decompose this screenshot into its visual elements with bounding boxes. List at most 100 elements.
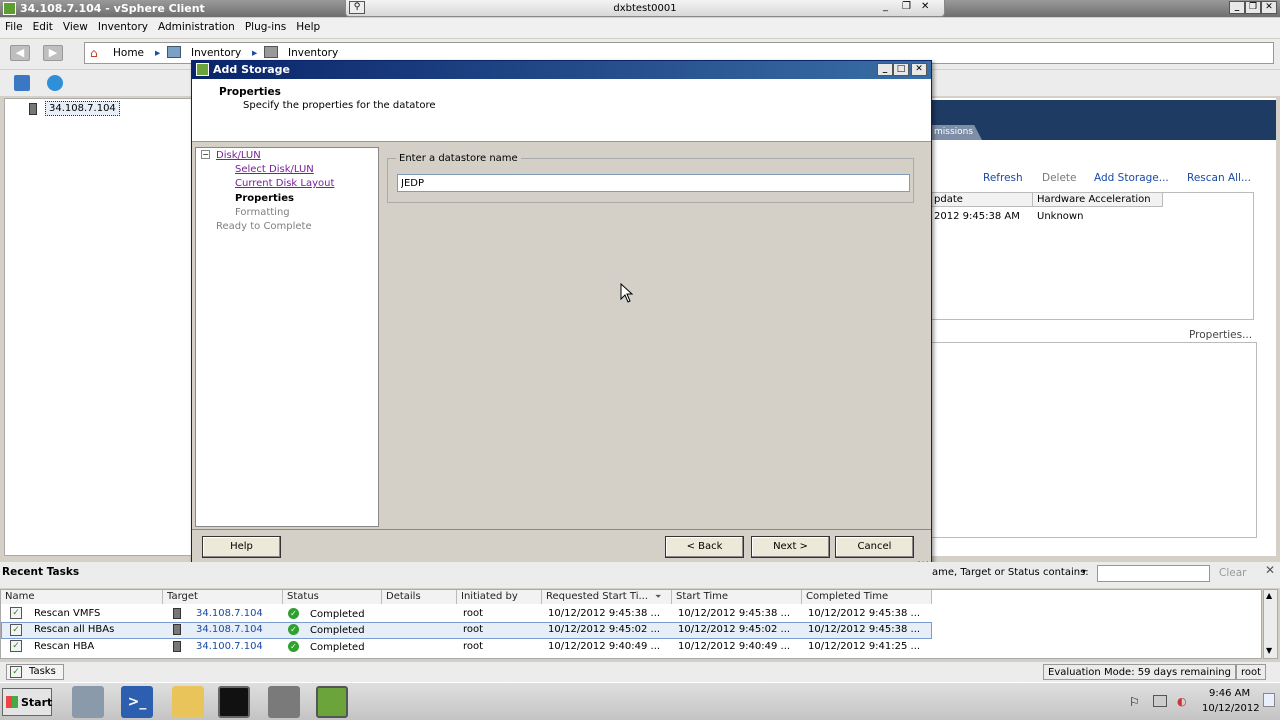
column-header-hw-acceleration[interactable]: Hardware Acceleration [1033, 193, 1163, 207]
task-complete-icon: ✓ [10, 640, 22, 652]
home-icon[interactable]: ⌂ [90, 46, 98, 60]
column-header-name[interactable]: Name [1, 590, 163, 604]
status-ok-icon: ✓ [288, 608, 299, 619]
task-requested-start: 10/12/2012 9:40:49 ... [548, 641, 661, 652]
step-select-disk[interactable]: Select Disk/LUN [235, 164, 314, 175]
task-target[interactable]: 34.108.7.104 [196, 608, 263, 619]
close-button[interactable]: ✕ [1261, 1, 1277, 14]
table-row[interactable]: ✓ Rescan all HBAs 34.108.7.104 ✓ Complet… [1, 622, 932, 639]
table-cell-updated: 2012 9:45:38 AM [934, 211, 1020, 222]
column-header-requested-start[interactable]: Requested Start Ti... [542, 590, 672, 604]
action-center-flag-icon[interactable]: ⚐ [1129, 695, 1140, 709]
inventory-tree: 34.108.7.104 [4, 98, 194, 556]
vsphere-client-icon[interactable] [316, 686, 348, 718]
column-header-update[interactable]: pdate [931, 193, 1033, 207]
task-complete-icon: ✓ [10, 607, 22, 619]
breadcrumb-home[interactable]: Home [113, 47, 144, 59]
filter-dropdown-icon[interactable]: ▾ [1082, 567, 1086, 576]
rdp-connection-bar: ⚲ dxbtest0001 _ ❐ ✕ [345, 0, 945, 17]
add-vm-icon[interactable] [47, 75, 63, 91]
restore-button[interactable]: ❐ [1245, 1, 1261, 14]
menu-inventory[interactable]: Inventory [93, 18, 153, 36]
tasks-button[interactable]: ✓ Tasks [6, 664, 64, 680]
dialog-header-title: Properties [219, 86, 281, 98]
window-title: 34.108.7.104 - vSphere Client [20, 2, 205, 15]
rdp-close-icon[interactable]: ✕ [921, 1, 929, 12]
close-icon[interactable]: ✕ [1265, 563, 1275, 577]
menu-help[interactable]: Help [291, 18, 325, 36]
clear-button[interactable]: Clear [1219, 567, 1246, 579]
clock-date[interactable]: 10/12/2012 [1202, 703, 1260, 714]
scroll-down-icon[interactable]: ▼ [1266, 646, 1272, 655]
dialog-close-button[interactable]: ✕ [911, 63, 927, 76]
task-requested-start: 10/12/2012 9:45:38 ... [548, 608, 661, 619]
tree-host-item[interactable]: 34.108.7.104 [45, 101, 120, 116]
rdp-minimize-icon[interactable]: _ [883, 1, 888, 12]
task-name: Rescan VMFS [34, 608, 101, 619]
menu-edit[interactable]: Edit [28, 18, 58, 36]
breadcrumb-inventory[interactable]: Inventory [191, 47, 241, 59]
add-storage-link[interactable]: Add Storage... [1094, 172, 1169, 184]
delete-link[interactable]: Delete [1042, 172, 1077, 184]
scroll-up-icon[interactable]: ▲ [1266, 591, 1272, 600]
tab-permissions[interactable]: missions [930, 125, 982, 140]
dialog-header: Properties Specify the properties for th… [192, 79, 931, 142]
status-bar: ✓ Tasks Evaluation Mode: 59 days remaini… [0, 662, 1280, 682]
task-target[interactable]: 34.100.7.104 [196, 641, 263, 652]
recent-tasks-table: Name Target Status Details Initiated by … [0, 589, 1262, 659]
task-target[interactable]: 34.108.7.104 [196, 624, 263, 635]
task-initiated-by: root [463, 608, 484, 619]
properties-link[interactable]: Properties... [1189, 329, 1252, 341]
show-desktop-icon[interactable] [1263, 693, 1275, 707]
back-button[interactable]: < Back [665, 536, 744, 558]
server-manager-icon[interactable] [72, 686, 104, 718]
cancel-button[interactable]: Cancel [835, 536, 914, 558]
powershell-icon[interactable]: >_ [121, 686, 153, 718]
breadcrumb-inventory-2[interactable]: Inventory [288, 47, 338, 59]
filter-input[interactable] [1097, 565, 1210, 582]
tasks-scrollbar[interactable]: ▲ ▼ [1263, 589, 1278, 659]
add-host-icon[interactable] [14, 75, 30, 91]
datastore-name-input[interactable] [397, 174, 910, 192]
menu-plugins[interactable]: Plug-ins [240, 18, 291, 36]
menu-administration[interactable]: Administration [153, 18, 240, 36]
next-button[interactable]: Next > [751, 536, 830, 558]
menu-file[interactable]: File [0, 18, 28, 36]
rdp-restore-icon[interactable]: ❐ [902, 1, 911, 12]
dialog-title: Add Storage [213, 63, 291, 76]
dialog-minimize-button[interactable]: _ [877, 63, 893, 76]
network-icon[interactable] [1153, 695, 1167, 707]
column-header-initiated-by[interactable]: Initiated by [457, 590, 542, 604]
step-current-layout[interactable]: Current Disk Layout [235, 178, 334, 189]
collapse-icon[interactable]: − [201, 150, 210, 159]
minimize-button[interactable]: _ [1229, 1, 1245, 14]
start-button[interactable]: Start [2, 688, 52, 716]
table-row[interactable]: ✓ Rescan HBA 34.100.7.104 ✓ Completed ro… [1, 639, 932, 655]
explorer-folder-icon[interactable] [172, 686, 204, 718]
host-icon [29, 103, 37, 115]
dialog-maximize-button[interactable]: □ [893, 63, 909, 76]
filter-label: ame, Target or Status contains: [932, 567, 1089, 578]
column-header-completed-time[interactable]: Completed Time [802, 590, 932, 604]
rescan-all-link[interactable]: Rescan All... [1187, 172, 1251, 184]
step-disk-lun[interactable]: Disk/LUN [216, 150, 261, 161]
menu-view[interactable]: View [58, 18, 93, 36]
table-row[interactable]: ✓ Rescan VMFS 34.108.7.104 ✓ Completed r… [1, 606, 932, 622]
refresh-link[interactable]: Refresh [983, 172, 1023, 184]
task-start-time: 10/12/2012 9:45:38 ... [678, 608, 791, 619]
back-arrow-icon[interactable]: ◀ [10, 45, 30, 61]
server-icon [173, 641, 181, 652]
volume-icon[interactable]: ◐ [1177, 695, 1187, 708]
host-inventory-icon [264, 46, 278, 58]
help-button[interactable]: Help [202, 536, 281, 558]
column-header-details[interactable]: Details [382, 590, 457, 604]
command-prompt-icon[interactable] [218, 686, 250, 718]
column-header-target[interactable]: Target [163, 590, 283, 604]
task-initiated-by: root [463, 641, 484, 652]
recent-tasks-bar: Recent Tasks ame, Target or Status conta… [0, 562, 1280, 588]
column-header-start-time[interactable]: Start Time [672, 590, 802, 604]
column-header-status[interactable]: Status [283, 590, 382, 604]
storage-manager-icon[interactable] [268, 686, 300, 718]
clock-time[interactable]: 9:46 AM [1209, 688, 1250, 699]
forward-arrow-icon[interactable]: ▶ [43, 45, 63, 61]
